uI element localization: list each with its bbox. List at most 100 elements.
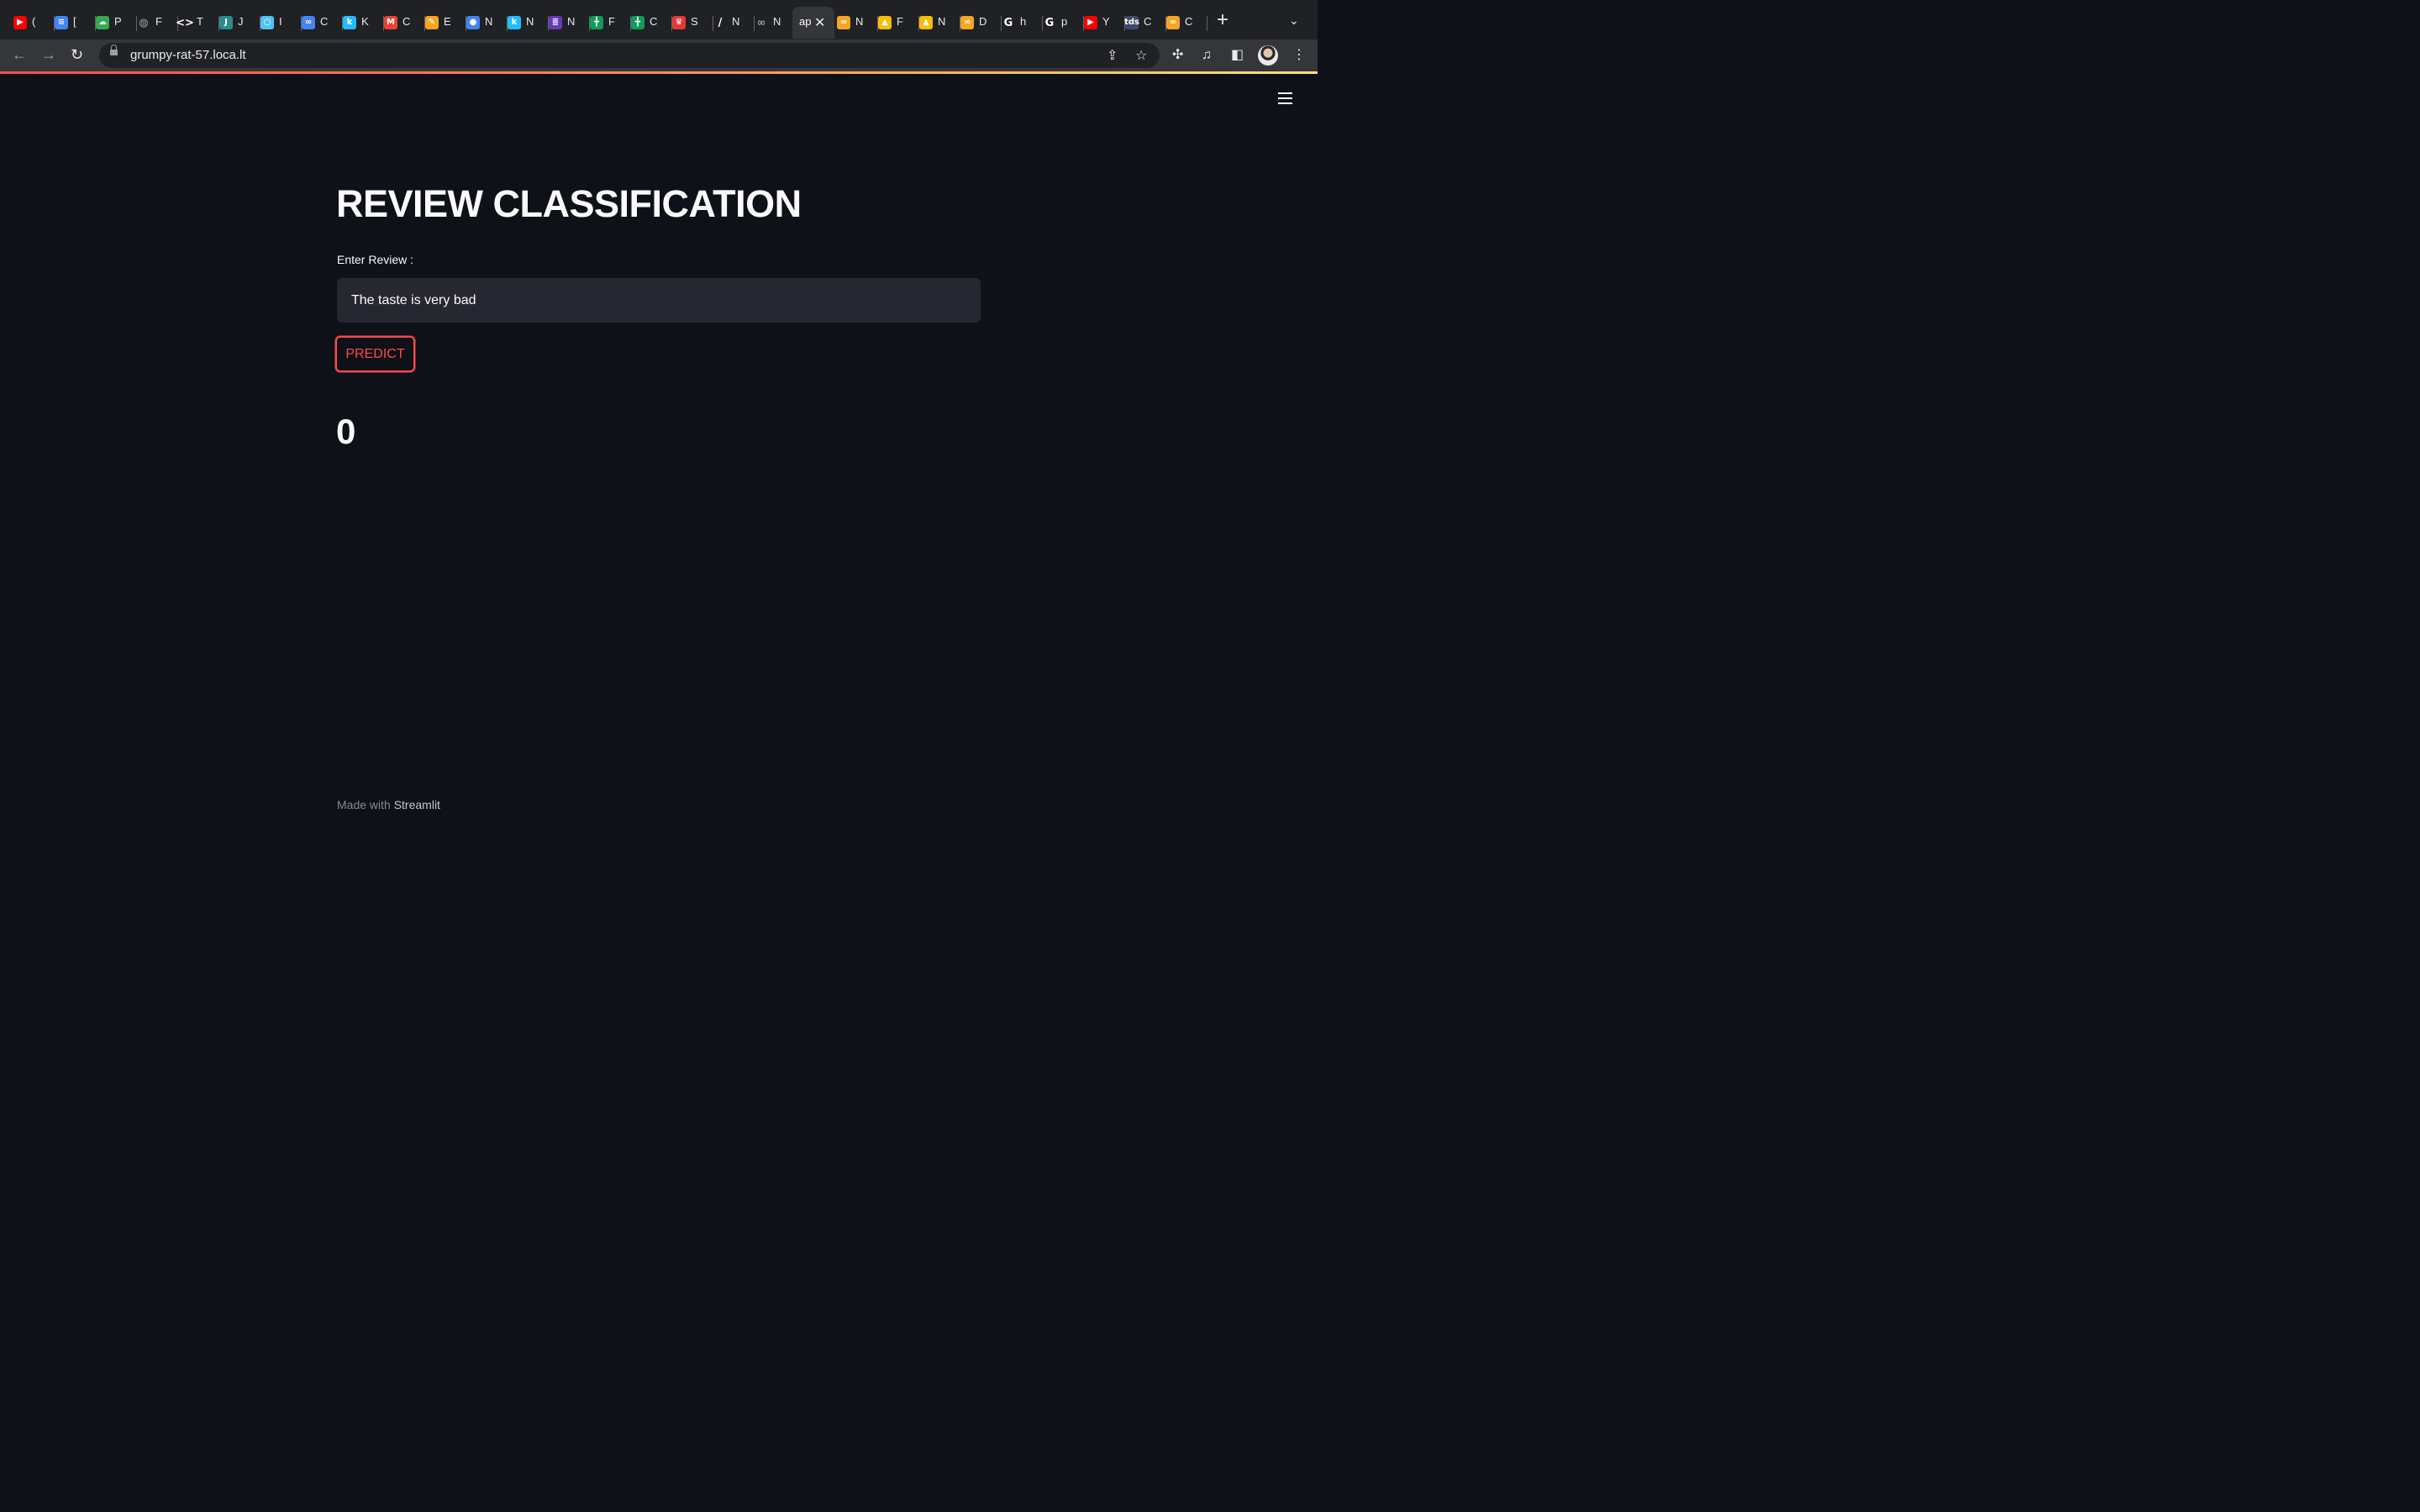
browser-tab[interactable]: tds C [1124, 7, 1166, 39]
back-arrow-icon[interactable]: ← [12, 46, 27, 63]
new-tab-button[interactable]: + [1217, 10, 1228, 30]
browser-tab[interactable]: kK [343, 7, 384, 39]
side-panel-icon[interactable]: ◧ [1231, 48, 1244, 63]
browser-tab[interactable]: ∞ N [755, 7, 796, 39]
google-icon: G [1044, 16, 1055, 29]
google-icon: G [1003, 16, 1013, 29]
tab-title: C [1144, 15, 1152, 28]
profile-avatar[interactable] [1258, 45, 1278, 66]
browser-tab[interactable]: ∞ C [1166, 7, 1207, 39]
reload-icon[interactable]: ↻ [71, 46, 83, 63]
browser-tab[interactable]: JJ [219, 7, 260, 39]
tab-title: N [526, 15, 534, 28]
circle-icon: ○ [260, 16, 274, 29]
globe-icon: ◍ [139, 16, 149, 29]
tab-title: J [238, 15, 244, 28]
tab-title: F [155, 15, 162, 28]
browser-tab[interactable]: ≡[ [55, 7, 96, 39]
tab-title: [ [73, 15, 76, 28]
browser-tab[interactable]: kN [508, 7, 549, 39]
footer-text: Made with [337, 798, 394, 811]
contacts-icon: ● [466, 16, 480, 29]
tab-title: E [444, 15, 451, 28]
predict-button[interactable]: PREDICT [335, 336, 415, 372]
browser-tab[interactable]: ♛ S [672, 7, 713, 39]
tab-title: T [197, 15, 203, 28]
browser-tab[interactable]: <> T [176, 7, 219, 39]
tab-title: K [361, 15, 369, 28]
browser-tab[interactable]: ● N [466, 7, 508, 39]
kaggle-icon: k [343, 16, 356, 29]
tab-search-chevron-down-icon[interactable]: ⌄ [1289, 13, 1299, 28]
youtube-icon: ▶ [1084, 16, 1097, 29]
browser-toolbar: ← → ↻ grumpy-rat-57.loca.lt ⇪ ☆ ✣ ♫ ◧ ⋮ [0, 39, 1318, 72]
browser-tab[interactable]: ╋ C [631, 7, 672, 39]
tab-title: N [938, 15, 946, 28]
tab-title: I [279, 15, 282, 28]
page-title: REVIEW CLASSIFICATION [336, 182, 802, 225]
tab-title: P [114, 15, 122, 28]
main-menu-icon[interactable] [1278, 92, 1295, 106]
prediction-result: 0 [336, 412, 356, 451]
notes-icon: ✎ [425, 16, 439, 29]
tab-title: ( [32, 15, 36, 28]
browser-tab-active[interactable]: ap ✕ [792, 7, 834, 39]
tab-title: N [855, 15, 864, 28]
streamlit-link[interactable]: Streamlit [394, 798, 440, 811]
browser-tab[interactable]: ▶( [13, 7, 55, 39]
forward-arrow-icon[interactable]: → [41, 46, 56, 63]
tab-title: N [567, 15, 576, 28]
youtube-icon: ▶ [13, 16, 27, 29]
google-docs-icon: ≡ [55, 16, 68, 29]
browser-tab[interactable]: ◍ F [137, 7, 178, 39]
link-icon: ∞ [302, 16, 315, 29]
tab-title: Y [1102, 15, 1110, 28]
browser-tab[interactable]: Gp [1043, 7, 1084, 39]
tab-strip: ▶(≡[☁ P ◍ F <> T J J ○ I ∞ Ck K M C ✎ E ● Nk N ≣ N ╋ F ╋ C ♛ S / N ∞ Na… [0, 0, 1318, 39]
bookmark-star-icon[interactable]: ☆ [1135, 47, 1147, 64]
tab-title: C [402, 15, 411, 28]
infinity-icon: ∞ [756, 16, 766, 29]
review-input[interactable] [337, 278, 981, 323]
gmail-icon: M [384, 16, 397, 29]
browser-tab[interactable]: ○ I [260, 7, 302, 39]
media-control-icon[interactable]: ♫ [1202, 48, 1212, 63]
infinity-icon: ∞ [960, 16, 974, 29]
streamlit-decoration-bar [0, 71, 1318, 74]
url-text[interactable]: grumpy-rat-57.loca.lt [130, 48, 246, 62]
tab-title: N [485, 15, 493, 28]
browser-tab[interactable]: ∞ C [302, 7, 343, 39]
browser-tab[interactable]: ╋ F [590, 7, 631, 39]
tab-title: S [691, 15, 698, 28]
forms-icon: ≣ [549, 16, 562, 29]
tab-title: C [1185, 15, 1193, 28]
browser-tab[interactable]: ☁ P [96, 7, 137, 39]
tab-title: C [320, 15, 329, 28]
tab-title: F [897, 15, 903, 28]
browser-tab[interactable]: ✎ E [425, 7, 466, 39]
tab-title: h [1020, 15, 1027, 28]
infinity-icon: ∞ [1166, 16, 1180, 29]
lock-icon[interactable] [110, 45, 118, 55]
browser-tab[interactable]: / N [713, 7, 755, 39]
google-drive-icon: ▲ [878, 16, 892, 29]
google-cloud-icon: ☁ [96, 16, 109, 29]
browser-tab[interactable]: ∞ D [960, 7, 1002, 39]
browser-tab[interactable]: ▶ Y [1084, 7, 1125, 39]
tab-title: p [1061, 15, 1068, 28]
browser-tab[interactable]: ▲ N [919, 7, 960, 39]
browser-tab[interactable]: ≣ N [549, 7, 590, 39]
sheets-icon: ╋ [631, 16, 644, 29]
browser-tab[interactable]: ▲ F [878, 7, 919, 39]
browser-tab[interactable]: MC [384, 7, 425, 39]
browser-tab[interactable]: Gh [1002, 7, 1043, 39]
sheets-icon: ╋ [590, 16, 603, 29]
close-tab-icon[interactable]: ✕ [814, 14, 825, 31]
tab-title: F [608, 15, 615, 28]
address-bar[interactable]: grumpy-rat-57.loca.lt ⇪ ☆ [99, 43, 1160, 68]
extensions-puzzle-icon[interactable]: ✣ [1172, 48, 1183, 63]
slash-icon: / [718, 16, 723, 29]
share-icon[interactable]: ⇪ [1107, 47, 1118, 64]
more-menu-icon[interactable]: ⋮ [1292, 48, 1306, 63]
browser-tab[interactable]: ∞ N [837, 7, 878, 39]
